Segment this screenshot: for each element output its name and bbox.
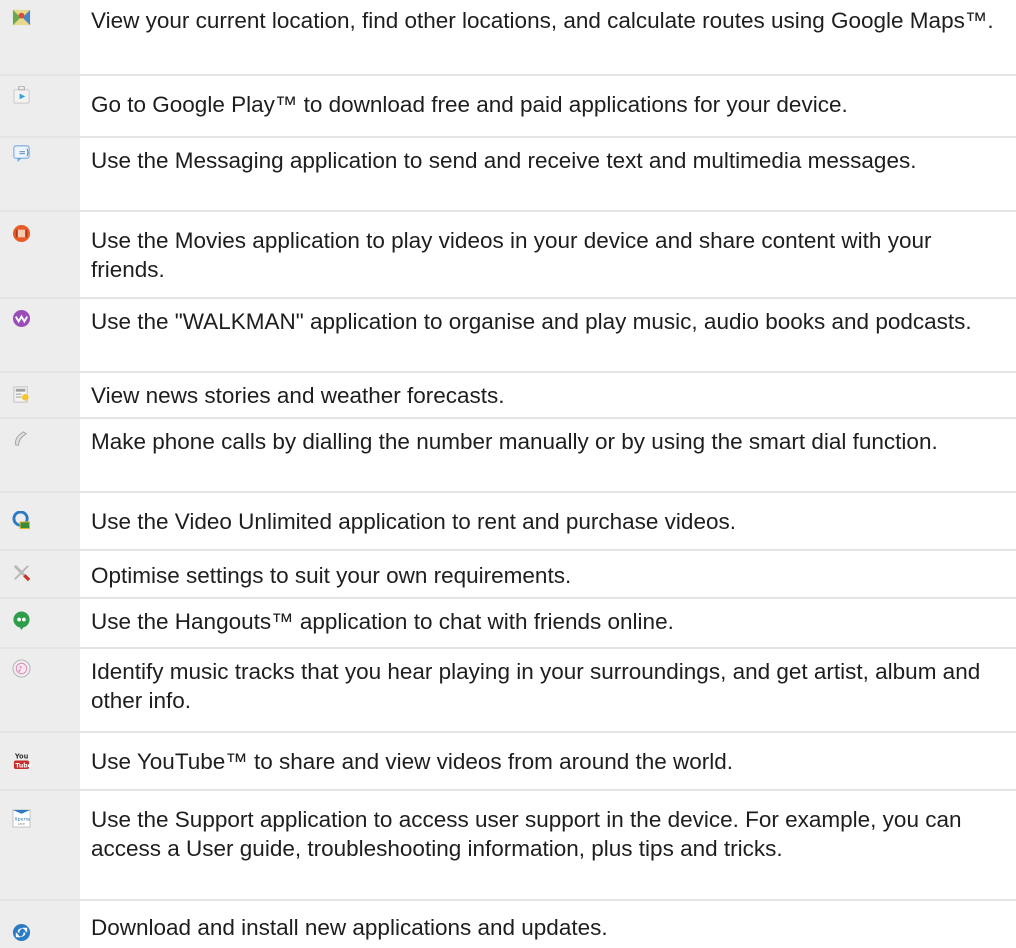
svg-text:♪: ♪ bbox=[18, 664, 23, 673]
update-center-icon bbox=[12, 923, 31, 942]
list-item: Make phone calls by dialling the number … bbox=[0, 417, 1016, 491]
play-store-icon bbox=[12, 86, 31, 105]
list-item-text: Optimise settings to suit your own requi… bbox=[91, 563, 572, 588]
list-item-text: Use the Hangouts™ application to chat wi… bbox=[91, 609, 674, 634]
news-weather-icon bbox=[12, 385, 31, 404]
video-unlimited-icon bbox=[12, 511, 31, 530]
phone-icon bbox=[12, 429, 31, 448]
list-item: Use the Movies application to play video… bbox=[0, 210, 1016, 297]
list-item: Use the "WALKMAN" application to organis… bbox=[0, 297, 1016, 371]
list-item: =) Use the Messaging application to send… bbox=[0, 136, 1016, 210]
list-item-text: Make phone calls by dialling the number … bbox=[91, 429, 938, 454]
icon-cell: Xperia care bbox=[0, 791, 80, 899]
list-item-text: Use the Video Unlimited application to r… bbox=[91, 509, 736, 534]
list-item-text: Use the Movies application to play video… bbox=[91, 228, 932, 282]
list-item-text: View news stories and weather forecasts. bbox=[91, 383, 505, 408]
svg-text:=): =) bbox=[19, 148, 30, 158]
list-item: Go to Google Play™ to download free and … bbox=[0, 74, 1016, 136]
maps-icon bbox=[12, 8, 31, 27]
svg-text:care: care bbox=[18, 822, 25, 826]
list-item-text: Use the Messaging application to send an… bbox=[91, 148, 917, 173]
icon-cell bbox=[0, 551, 80, 597]
icon-cell bbox=[0, 0, 80, 74]
icon-cell: ♪ bbox=[0, 649, 80, 731]
walkman-icon bbox=[12, 309, 31, 328]
trackid-icon: ♪ bbox=[12, 659, 31, 678]
list-item-text: Use YouTube™ to share and view videos fr… bbox=[91, 749, 734, 774]
list-item: Use the Video Unlimited application to r… bbox=[0, 491, 1016, 549]
list-item-text: Download and install new applications an… bbox=[91, 915, 608, 940]
movies-icon bbox=[12, 224, 31, 243]
list-item: Use the Hangouts™ application to chat wi… bbox=[0, 597, 1016, 647]
icon-cell bbox=[0, 76, 80, 136]
list-item-text: Use the Support application to access us… bbox=[91, 807, 962, 861]
list-item: Download and install new applications an… bbox=[0, 899, 1016, 948]
icon-cell: You Tube bbox=[0, 733, 80, 789]
list-item: View your current location, find other l… bbox=[0, 0, 1016, 74]
icon-cell bbox=[0, 901, 80, 948]
icon-cell bbox=[0, 599, 80, 647]
youtube-icon: You Tube bbox=[12, 751, 31, 770]
list-item-text: View your current location, find other l… bbox=[91, 8, 994, 33]
settings-icon bbox=[12, 563, 31, 582]
icon-cell bbox=[0, 373, 80, 417]
list-item: Xperia care Use the Support application t… bbox=[0, 789, 1016, 899]
list-item: View news stories and weather forecasts. bbox=[0, 371, 1016, 417]
messaging-icon: =) bbox=[12, 144, 31, 163]
icon-cell bbox=[0, 419, 80, 491]
list-item-text: Go to Google Play™ to download free and … bbox=[91, 92, 848, 117]
list-item-text: Use the "WALKMAN" application to organis… bbox=[91, 309, 972, 334]
list-item: Optimise settings to suit your own requi… bbox=[0, 549, 1016, 597]
icon-cell: =) bbox=[0, 138, 80, 210]
support-icon: Xperia care bbox=[12, 809, 31, 828]
icon-cell bbox=[0, 299, 80, 371]
list-item: You Tube Use YouTube™ to share and view v… bbox=[0, 731, 1016, 789]
icon-cell bbox=[0, 493, 80, 549]
hangouts-icon bbox=[12, 611, 31, 630]
icon-cell bbox=[0, 212, 80, 297]
list-item-text: Identify music tracks that you hear play… bbox=[91, 659, 981, 713]
svg-text:Tube: Tube bbox=[15, 763, 31, 770]
list-item: ♪ Identify music tracks that you hear pl… bbox=[0, 647, 1016, 731]
svg-text:You: You bbox=[14, 753, 29, 761]
